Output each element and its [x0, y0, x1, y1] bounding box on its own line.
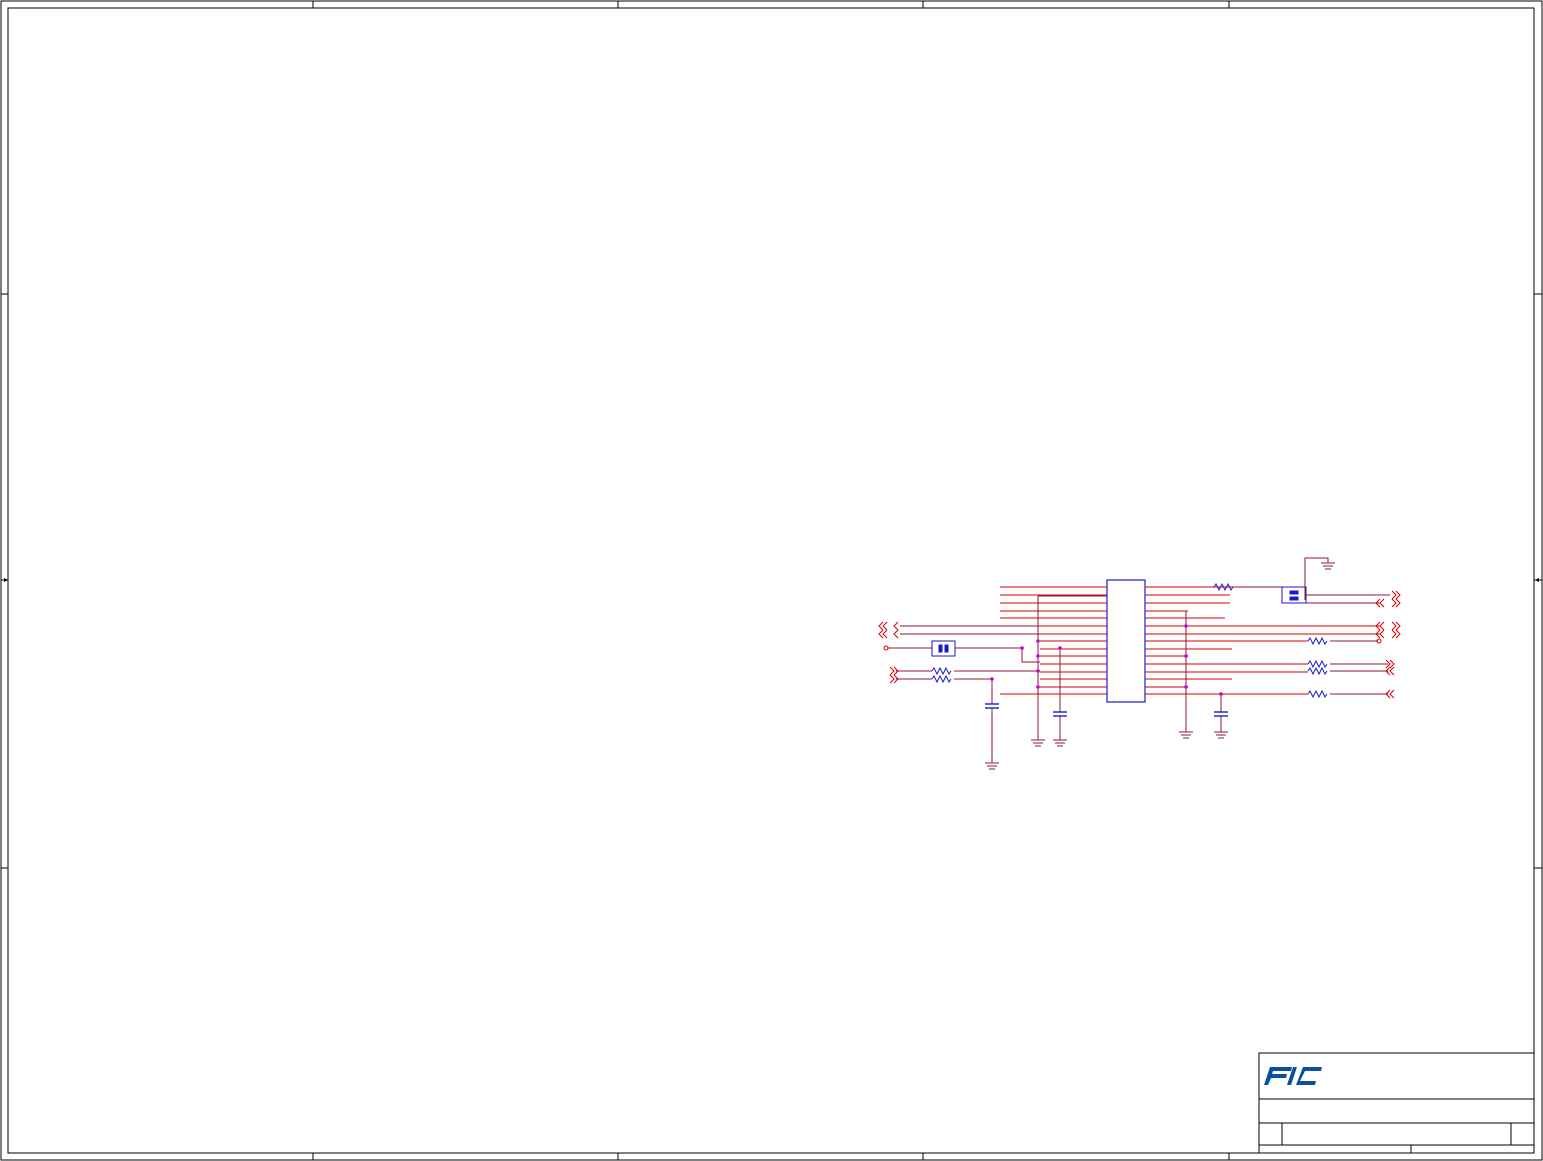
- fic-logo: [1264, 1067, 1322, 1085]
- ground-icon: [1179, 731, 1193, 739]
- capacitor-right: [1214, 711, 1228, 717]
- resistor-right-4: [1307, 689, 1328, 699]
- offpage-right-2: [1375, 621, 1401, 631]
- ground-icon: [1053, 739, 1067, 747]
- zone-arrow-right: [1535, 578, 1539, 582]
- ground-icon: [1321, 562, 1335, 570]
- jumper-left: [931, 640, 956, 657]
- off-page-connectors: [878, 590, 1401, 699]
- schematic: [878, 557, 1401, 770]
- capacitors: [985, 703, 1228, 717]
- ic-left-pins: [1000, 586, 1107, 695]
- offpage-left-2: [878, 629, 899, 639]
- title-block: [1258, 1052, 1535, 1154]
- ic-body: [1106, 579, 1146, 703]
- test-point-left: [883, 645, 889, 651]
- offpage-right-3: [1375, 629, 1401, 639]
- zone-arrow-left: [4, 578, 8, 582]
- capacitor-left: [985, 703, 999, 709]
- schematic-sheet: [0, 0, 1543, 1161]
- ground-icon: [1031, 739, 1045, 747]
- resistor-left-2: [931, 674, 952, 684]
- offpage-left-1: [878, 621, 899, 631]
- ground-icon: [985, 762, 999, 770]
- ground-icon: [1214, 731, 1228, 739]
- capacitor-mid: [1053, 711, 1067, 717]
- resistor-right-2: [1307, 659, 1328, 669]
- zone-ticks: [1, 1, 1542, 1160]
- jumper-top-right: [1281, 586, 1307, 604]
- resistor-right-1: [1307, 636, 1328, 646]
- resistor-right-3: [1307, 666, 1328, 676]
- offpage-right-1b: [1391, 598, 1401, 608]
- connectors: [931, 586, 1307, 657]
- resistor-left-1: [931, 666, 952, 676]
- outer-frame: [0, 0, 1543, 1161]
